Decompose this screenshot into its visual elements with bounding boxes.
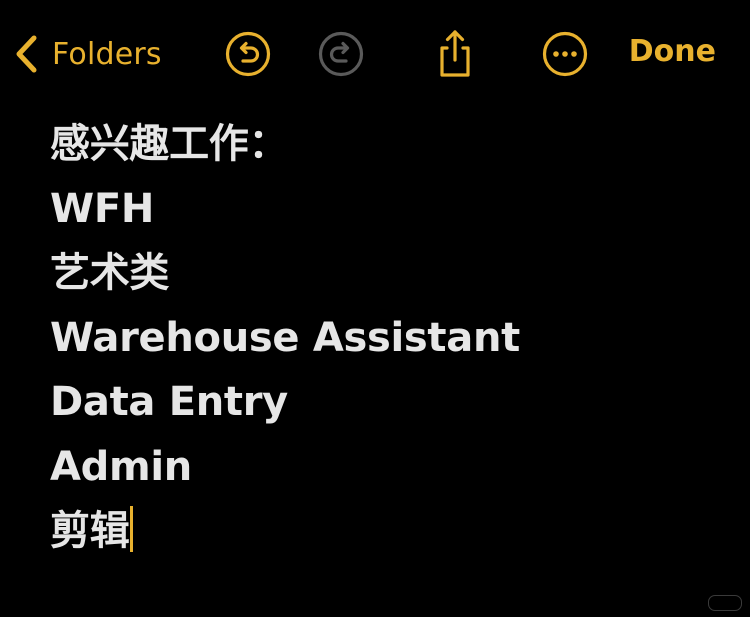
back-to-folders-button[interactable]: Folders [14,30,162,78]
done-button[interactable]: Done [629,34,716,69]
chevron-left-icon [16,35,37,73]
redo-button[interactable] [317,30,365,78]
watermark-badge [708,595,742,611]
note-line: WFH [50,185,155,232]
share-button[interactable] [431,30,479,78]
note-line-text: 剪辑 [50,508,130,554]
notes-toolbar: Folders Done [0,0,750,108]
more-icon [542,31,588,77]
back-label: Folders [52,36,162,72]
text-cursor [130,506,134,552]
undo-button[interactable] [224,30,272,78]
note-line: 感兴趣工作： [50,121,289,167]
note-last-line: 剪辑 [50,499,730,564]
more-options-button[interactable] [541,30,589,78]
note-line: Data Entry [50,379,288,425]
redo-icon [318,31,364,77]
undo-icon [225,31,271,77]
note-text-editor[interactable]: 感兴趣工作： WFH 艺术类 Warehouse Assistant Data … [50,112,730,564]
note-line: 艺术类 [50,250,170,296]
share-icon [440,30,470,77]
note-line: Warehouse Assistant [50,314,520,361]
note-line: Admin [50,443,192,490]
